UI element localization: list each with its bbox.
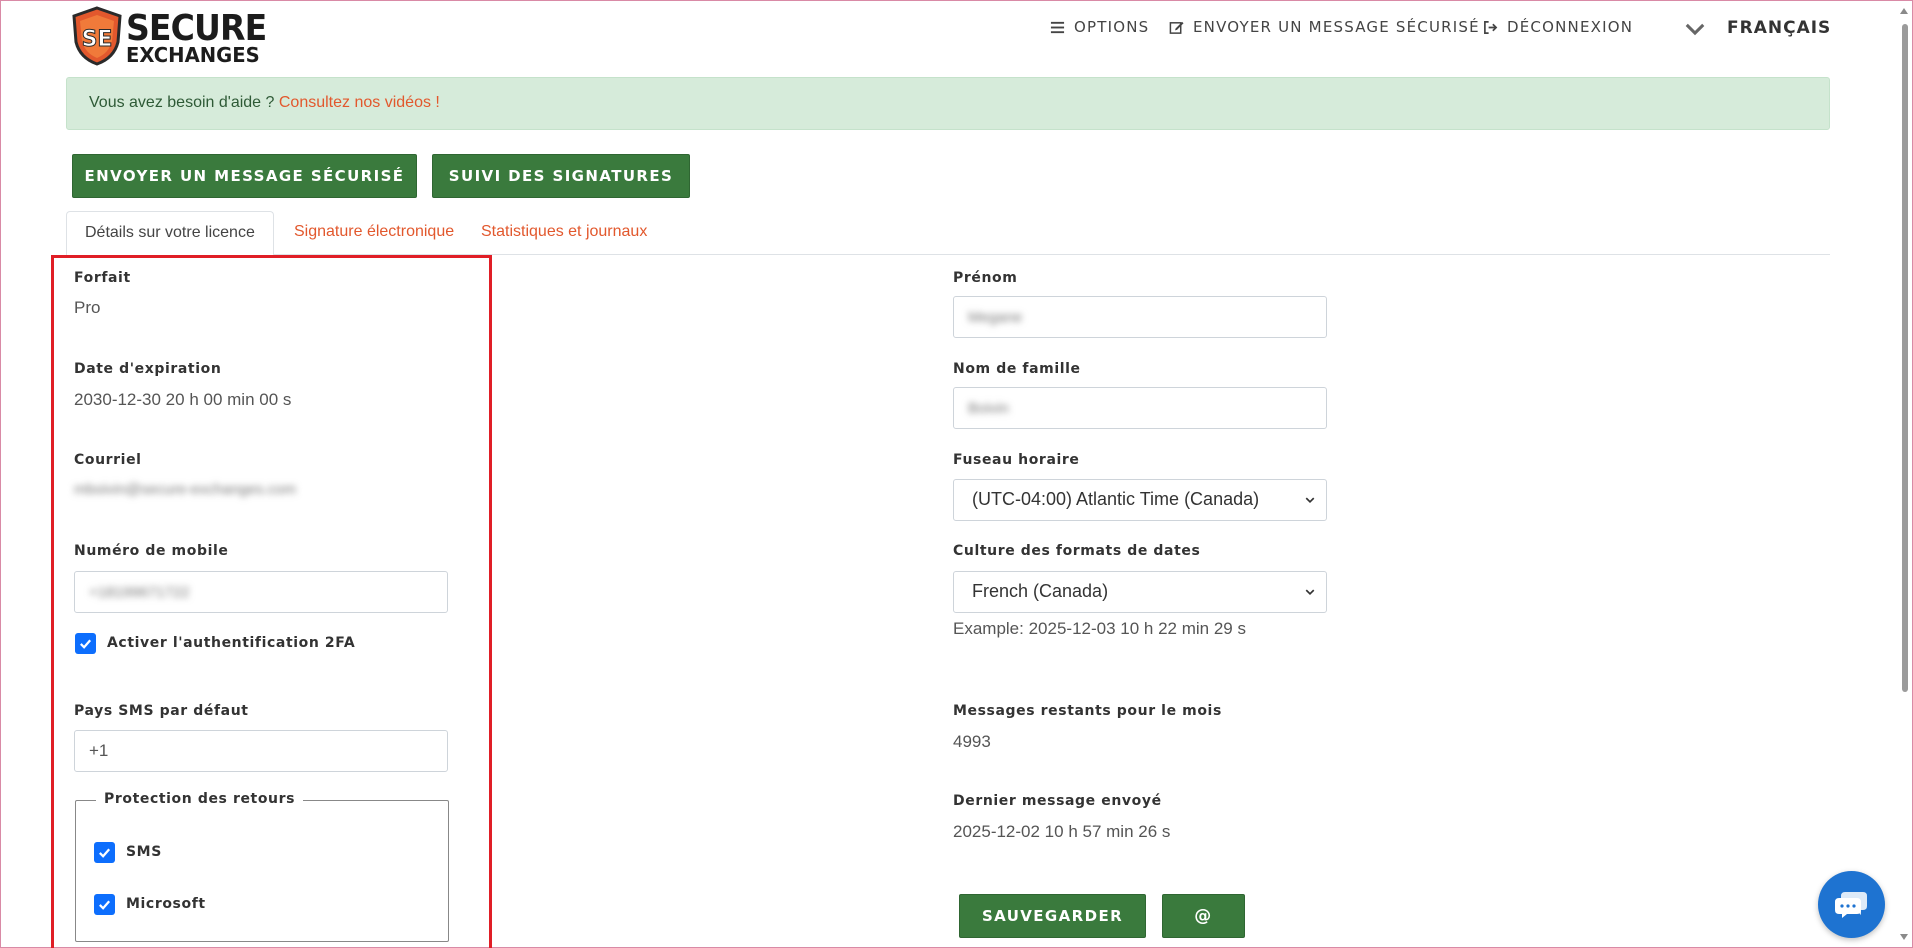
lastname-label: Nom de famille (953, 361, 1081, 377)
sms-country-input[interactable]: +1 (74, 730, 448, 772)
timezone-selected: (UTC-04:00) Atlantic Time (Canada) (972, 489, 1260, 509)
culture-example: Example: 2025-12-03 10 h 22 min 29 s (953, 619, 1246, 638)
sms-country-label: Pays SMS par défaut (74, 703, 249, 719)
firstname-label: Prénom (953, 270, 1018, 286)
nav-options-label: OPTIONS (1074, 18, 1150, 36)
return-protection-fieldset (75, 800, 449, 942)
scroll-down-arrow[interactable] (1900, 934, 1908, 940)
scroll-up-arrow[interactable] (1900, 8, 1908, 14)
culture-selected: French (Canada) (972, 581, 1109, 601)
return-protection-legend: Protection des retours (96, 791, 304, 807)
chevron-down-icon (1685, 23, 1705, 36)
culture-select[interactable]: French (Canada) (953, 571, 1327, 613)
page-scrollbar[interactable] (1900, 2, 1911, 946)
tab-electronic-signature[interactable]: Signature électronique (276, 211, 472, 255)
scroll-thumb[interactable] (1902, 24, 1908, 692)
signature-tracking-button[interactable]: SUIVI DES SIGNATURES (432, 154, 690, 198)
chevron-down-icon (1305, 497, 1315, 504)
nav-options[interactable]: OPTIONS (1050, 18, 1149, 36)
culture-label: Culture des formats de dates (953, 543, 1201, 559)
help-text: Vous avez besoin d'aide ? (89, 94, 275, 111)
nav-send-secure-message[interactable]: ENVOYER UN MESSAGE SÉCURISÉ (1169, 18, 1480, 36)
chat-button[interactable] (1818, 871, 1885, 938)
tab-license-details[interactable]: Détails sur votre licence (66, 211, 274, 256)
nav-logout-label: DÉCONNEXION (1507, 18, 1634, 36)
return-sms-label: SMS (126, 844, 162, 860)
mobile-input[interactable]: +18199671722 (74, 571, 448, 613)
tab-statistics-logs[interactable]: Statistiques et journaux (463, 211, 665, 255)
edit-icon (1169, 21, 1184, 34)
remaining-messages-label: Messages restants pour le mois (953, 703, 1222, 719)
checkmark-icon (99, 848, 111, 858)
checkmark-icon (99, 900, 111, 910)
top-nav: OPTIONS ENVOYER UN MESSAGE SÉCURISÉ DÉCO… (0, 18, 1913, 40)
chevron-down-icon (1305, 589, 1315, 596)
twofa-label: Activer l'authentification 2FA (107, 635, 356, 651)
email-label: Courriel (74, 452, 142, 468)
help-videos-link[interactable]: Consultez nos vidéos ! (279, 94, 440, 111)
timezone-label: Fuseau horaire (953, 452, 1080, 468)
return-sms-checkbox[interactable] (94, 842, 115, 863)
email-value: mboivin@secure-exchanges.com (74, 481, 296, 498)
plan-value: Pro (74, 298, 101, 317)
checkmark-icon (80, 639, 92, 649)
twofa-checkbox[interactable] (75, 633, 96, 654)
mobile-input-value: +18199671722 (89, 584, 190, 601)
chat-icon (1834, 891, 1867, 918)
language-label: FRANÇAIS (1727, 18, 1832, 38)
firstname-input[interactable]: Megane (953, 296, 1327, 338)
language-dropdown-toggle[interactable] (1684, 18, 1706, 40)
expiry-value: 2030-12-30 20 h 00 min 00 s (74, 390, 292, 409)
language-selector[interactable]: FRANÇAIS (1727, 18, 1831, 38)
logo-line2: EXCHANGES (126, 43, 260, 68)
expiry-label: Date d'expiration (74, 361, 222, 377)
sign-out-icon (1484, 20, 1498, 34)
send-secure-message-button[interactable]: ENVOYER UN MESSAGE SÉCURISÉ (72, 154, 417, 198)
plan-label: Forfait (74, 270, 131, 286)
last-sent-label: Dernier message envoyé (953, 793, 1162, 809)
help-banner: Vous avez besoin d'aide ? Consultez nos … (66, 77, 1830, 130)
timezone-select[interactable]: (UTC-04:00) Atlantic Time (Canada) (953, 479, 1327, 521)
remaining-messages-value: 4993 (953, 732, 991, 751)
lastname-input-value: Boivin (968, 400, 1009, 417)
return-microsoft-checkbox[interactable] (94, 894, 115, 915)
save-button[interactable]: SAUVEGARDER (959, 894, 1146, 938)
nav-send-label: ENVOYER UN MESSAGE SÉCURISÉ (1193, 18, 1480, 36)
mobile-label: Numéro de mobile (74, 543, 229, 559)
list-icon (1050, 21, 1065, 33)
firstname-input-value: Megane (968, 309, 1023, 326)
return-microsoft-label: Microsoft (126, 896, 206, 912)
nav-logout[interactable]: DÉCONNEXION (1483, 18, 1633, 36)
email-at-button[interactable]: @ (1162, 894, 1245, 938)
last-sent-value: 2025-12-02 10 h 57 min 26 s (953, 822, 1171, 841)
lastname-input[interactable]: Boivin (953, 387, 1327, 429)
tab-bar: Détails sur votre licence Signature élec… (66, 211, 1830, 256)
